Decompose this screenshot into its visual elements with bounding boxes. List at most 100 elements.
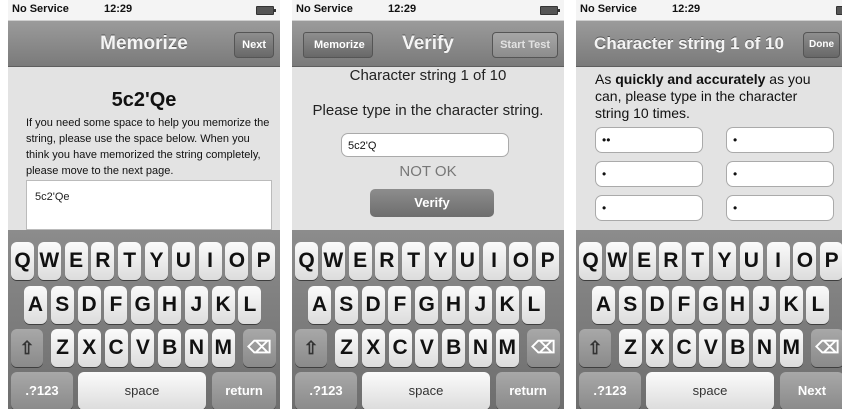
key-r[interactable]: R — [659, 242, 683, 280]
numbers-key[interactable]: .?123 — [11, 372, 73, 409]
key-z[interactable]: Z — [335, 329, 358, 367]
key-y[interactable]: Y — [145, 242, 168, 280]
key-s[interactable]: S — [334, 286, 358, 324]
key-j[interactable]: J — [752, 286, 776, 324]
numbers-key[interactable]: .?123 — [579, 372, 641, 409]
verify-input[interactable]: 5c2'Q — [341, 133, 509, 157]
return-key[interactable]: return — [496, 372, 560, 409]
entry-field-3[interactable]: • — [595, 161, 703, 187]
key-l[interactable]: L — [806, 286, 830, 324]
next-key[interactable]: Next — [780, 372, 842, 409]
key-i[interactable]: I — [766, 242, 790, 280]
key-p[interactable]: P — [536, 242, 560, 280]
key-y[interactable]: Y — [429, 242, 452, 280]
key-b[interactable]: B — [726, 329, 750, 367]
key-g[interactable]: G — [415, 286, 439, 324]
key-d[interactable]: D — [645, 286, 669, 324]
key-d[interactable]: D — [361, 286, 385, 324]
key-j[interactable]: J — [184, 286, 208, 324]
key-k[interactable]: K — [495, 286, 519, 324]
key-v[interactable]: V — [415, 329, 439, 367]
key-l[interactable]: L — [522, 286, 546, 324]
key-v[interactable]: V — [131, 329, 155, 367]
key-t[interactable]: T — [402, 242, 426, 280]
key-o[interactable]: O — [225, 242, 249, 280]
key-d[interactable]: D — [77, 286, 101, 324]
key-e[interactable]: E — [632, 242, 656, 280]
key-e[interactable]: E — [64, 242, 88, 280]
key-j[interactable]: J — [468, 286, 492, 324]
key-p[interactable]: P — [252, 242, 276, 280]
notes-textarea[interactable]: 5c2'Qe — [26, 180, 272, 230]
key-q[interactable]: Q — [295, 242, 318, 280]
key-r[interactable]: R — [375, 242, 399, 280]
key-m[interactable]: M — [211, 329, 235, 367]
entry-field-1[interactable]: •• — [595, 127, 703, 153]
key-e[interactable]: E — [348, 242, 372, 280]
key-q[interactable]: Q — [11, 242, 34, 280]
key-n[interactable]: N — [753, 329, 776, 367]
key-z[interactable]: Z — [619, 329, 642, 367]
numbers-key[interactable]: .?123 — [295, 372, 357, 409]
entry-field-4[interactable]: • — [726, 161, 834, 187]
key-o[interactable]: O — [793, 242, 817, 280]
key-f[interactable]: F — [672, 286, 696, 324]
key-m[interactable]: M — [495, 329, 519, 367]
key-a[interactable]: A — [308, 286, 331, 324]
key-k[interactable]: K — [779, 286, 803, 324]
space-key[interactable]: space — [646, 372, 774, 409]
key-t[interactable]: T — [686, 242, 710, 280]
entry-field-6[interactable]: • — [726, 195, 834, 221]
key-q[interactable]: Q — [579, 242, 602, 280]
key-g[interactable]: G — [131, 286, 155, 324]
key-b[interactable]: B — [442, 329, 466, 367]
entry-field-2[interactable]: • — [726, 127, 834, 153]
key-f[interactable]: F — [388, 286, 412, 324]
key-s[interactable]: S — [50, 286, 74, 324]
backspace-key[interactable] — [243, 329, 276, 367]
key-m[interactable]: M — [779, 329, 803, 367]
key-h[interactable]: H — [158, 286, 181, 324]
key-c[interactable]: C — [104, 329, 128, 367]
key-n[interactable]: N — [185, 329, 208, 367]
key-p[interactable]: P — [820, 242, 842, 280]
key-o[interactable]: O — [509, 242, 533, 280]
key-i[interactable]: I — [482, 242, 506, 280]
key-y[interactable]: Y — [713, 242, 736, 280]
key-g[interactable]: G — [699, 286, 723, 324]
key-x[interactable]: X — [361, 329, 385, 367]
key-c[interactable]: C — [672, 329, 696, 367]
key-s[interactable]: S — [618, 286, 642, 324]
backspace-key[interactable] — [527, 329, 560, 367]
key-h[interactable]: H — [442, 286, 465, 324]
key-h[interactable]: H — [726, 286, 749, 324]
key-u[interactable]: U — [455, 242, 479, 280]
key-r[interactable]: R — [91, 242, 115, 280]
shift-key[interactable] — [11, 329, 43, 367]
key-w[interactable]: W — [37, 242, 61, 280]
key-x[interactable]: X — [645, 329, 669, 367]
key-c[interactable]: C — [388, 329, 412, 367]
key-x[interactable]: X — [77, 329, 101, 367]
key-f[interactable]: F — [104, 286, 128, 324]
key-t[interactable]: T — [118, 242, 142, 280]
key-i[interactable]: I — [198, 242, 222, 280]
done-button[interactable]: Done — [803, 32, 840, 58]
key-b[interactable]: B — [158, 329, 182, 367]
key-v[interactable]: V — [699, 329, 723, 367]
shift-key[interactable] — [579, 329, 611, 367]
entry-field-5[interactable]: • — [595, 195, 703, 221]
return-key[interactable]: return — [212, 372, 276, 409]
key-u[interactable]: U — [171, 242, 195, 280]
key-n[interactable]: N — [469, 329, 492, 367]
key-u[interactable]: U — [739, 242, 763, 280]
verify-button[interactable]: Verify — [370, 189, 494, 217]
next-button[interactable]: Next — [234, 32, 274, 58]
key-k[interactable]: K — [211, 286, 235, 324]
start-test-button[interactable]: Start Test — [492, 32, 558, 58]
key-w[interactable]: W — [321, 242, 345, 280]
key-w[interactable]: W — [605, 242, 629, 280]
key-a[interactable]: A — [592, 286, 615, 324]
space-key[interactable]: space — [78, 372, 206, 409]
space-key[interactable]: space — [362, 372, 490, 409]
